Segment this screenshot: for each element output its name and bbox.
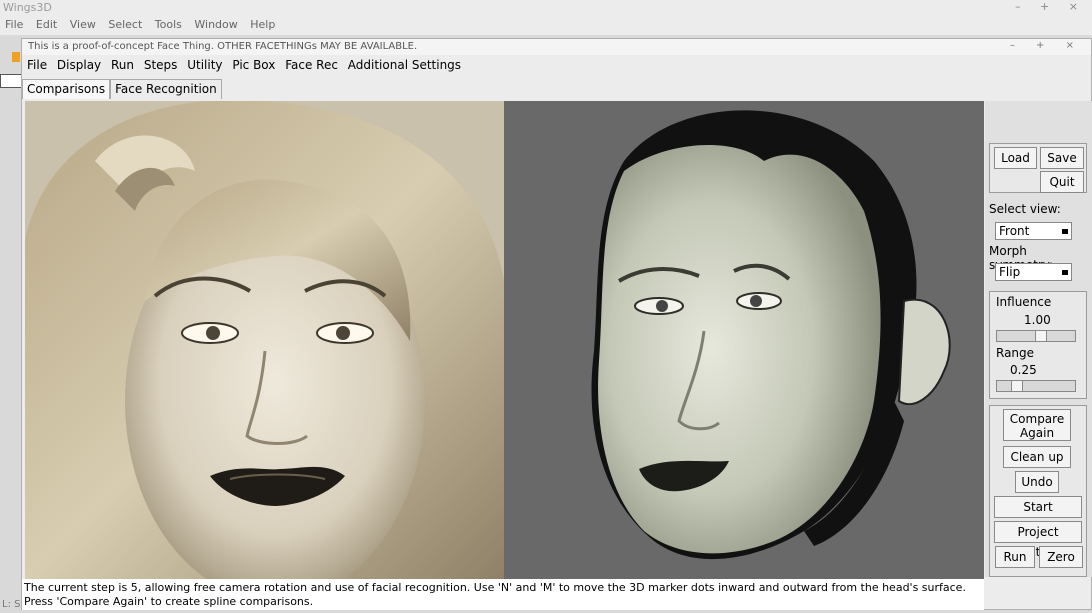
undo-button[interactable]: Undo <box>1015 471 1059 493</box>
menu-file[interactable]: File <box>27 58 47 72</box>
influence-value: 1.00 <box>1024 313 1051 327</box>
range-slider-thumb[interactable] <box>1011 381 1023 391</box>
compare-again-button[interactable]: Compare Again <box>1003 409 1071 441</box>
outer-window-controls[interactable]: – + × <box>1015 0 1086 13</box>
status-line-1: The current step is 5, allowing free cam… <box>24 581 966 594</box>
menu-pic-box[interactable]: Pic Box <box>232 58 275 72</box>
zero-button[interactable]: Zero <box>1039 546 1083 568</box>
select-view-label: Select view: <box>989 202 1061 216</box>
tab-comparisons[interactable]: Comparisons <box>22 79 111 99</box>
menu-face-rec[interactable]: Face Rec <box>285 58 338 72</box>
chevron-down-icon <box>1062 270 1068 275</box>
reference-photo-image <box>25 101 504 579</box>
menu-additional-settings[interactable]: Additional Settings <box>348 58 461 72</box>
outer-status-text: L: S <box>2 599 21 610</box>
face-thing-window: This is a proof-of-concept Face Thing. O… <box>21 38 1092 610</box>
project-texture-button[interactable]: Project Texture <box>994 521 1082 559</box>
action-button-group: Compare Again Clean up Undo Start Projec… <box>989 405 1087 577</box>
status-line-2: Press 'Compare Again' to create spline c… <box>24 595 314 608</box>
menu-utility[interactable]: Utility <box>187 58 222 72</box>
clean-up-button[interactable]: Clean up <box>1003 446 1071 468</box>
outer-side-field[interactable] <box>0 74 22 88</box>
inner-window-controls[interactable]: – + × <box>1010 40 1083 51</box>
menu-run[interactable]: Run <box>111 58 134 72</box>
menu-display[interactable]: Display <box>57 58 101 72</box>
morph-symmetry-value: Flip <box>999 265 1021 279</box>
status-message-area: The current step is 5, allowing free cam… <box>22 579 984 610</box>
inner-window-title: This is a proof-of-concept Face Thing. O… <box>22 39 1091 55</box>
influence-slider[interactable] <box>996 330 1076 342</box>
menu-steps[interactable]: Steps <box>144 58 178 72</box>
run-button[interactable]: Run <box>995 546 1035 568</box>
save-button[interactable]: Save <box>1040 147 1084 169</box>
outer-menu-select[interactable]: Select <box>108 18 142 31</box>
range-value: 0.25 <box>1010 363 1037 377</box>
control-panel: Load Save Quit Select view: Front Morph … <box>985 101 1092 577</box>
outer-window-title: Wings3D <box>0 0 1092 15</box>
range-slider[interactable] <box>996 380 1076 392</box>
morph-symmetry-dropdown[interactable]: Flip <box>995 263 1072 281</box>
influence-slider-thumb[interactable] <box>1035 331 1047 341</box>
tab-bar: Comparisons Face Recognition <box>22 79 222 99</box>
influence-label: Influence <box>996 295 1052 309</box>
select-view-value: Front <box>999 224 1030 238</box>
outer-menu-window[interactable]: Window <box>194 18 237 31</box>
inner-menu-bar: File Display Run Steps Utility Pic Box F… <box>22 55 1091 75</box>
start-projector-button[interactable]: Start Projector <box>994 496 1082 534</box>
quit-button[interactable]: Quit <box>1040 171 1084 193</box>
outer-menu-file[interactable]: File <box>5 18 23 31</box>
influence-range-group: Influence 1.00 Range 0.25 <box>989 291 1087 399</box>
range-label: Range <box>996 346 1035 360</box>
3d-head-model <box>591 110 951 560</box>
outer-menu-tools[interactable]: Tools <box>155 18 182 31</box>
outer-menu-bar: File Edit View Select Tools Window Help <box>0 15 1092 35</box>
file-button-group: Load Save Quit <box>989 143 1087 193</box>
3d-head-viewport[interactable] <box>504 101 984 579</box>
select-view-dropdown[interactable]: Front <box>995 222 1072 240</box>
chevron-down-icon <box>1062 229 1068 234</box>
outer-menu-edit[interactable]: Edit <box>36 18 57 31</box>
outer-toolbar-icon[interactable] <box>12 52 20 62</box>
load-button[interactable]: Load <box>994 147 1037 169</box>
reference-photo <box>25 101 504 579</box>
tab-face-recognition[interactable]: Face Recognition <box>110 79 222 99</box>
outer-menu-view[interactable]: View <box>70 18 96 31</box>
outer-menu-help[interactable]: Help <box>250 18 275 31</box>
